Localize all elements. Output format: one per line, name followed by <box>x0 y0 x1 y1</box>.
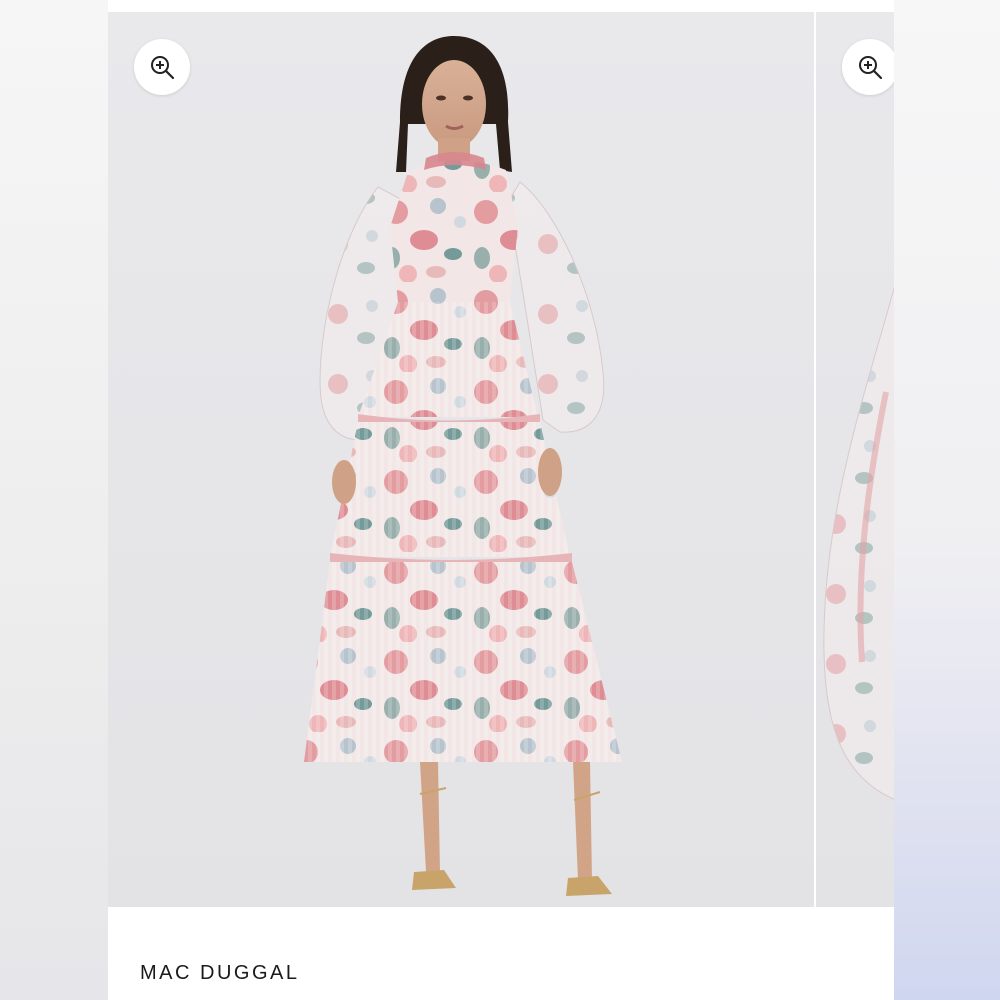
product-photo-next <box>823 286 894 800</box>
product-card: MAC DUGGAL <box>108 0 894 1000</box>
zoom-in-icon <box>859 56 883 80</box>
zoom-button[interactable] <box>134 39 190 95</box>
product-photo <box>304 36 622 896</box>
left-backdrop <box>0 0 108 1000</box>
zoom-button[interactable] <box>842 39 894 95</box>
image-gallery[interactable] <box>108 12 894 907</box>
brand-name[interactable]: MAC DUGGAL <box>140 962 299 985</box>
gallery-slide-main[interactable] <box>108 12 814 907</box>
gallery-slide-next[interactable] <box>816 12 894 907</box>
zoom-in-icon <box>151 56 175 80</box>
right-backdrop <box>894 0 1000 1000</box>
